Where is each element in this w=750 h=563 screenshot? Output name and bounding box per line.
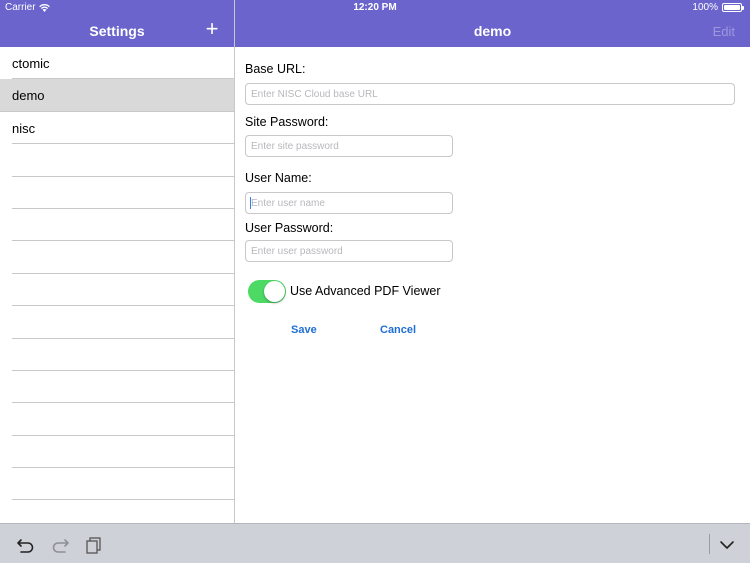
user-name-input[interactable] bbox=[245, 192, 453, 214]
user-password-input[interactable] bbox=[245, 240, 453, 262]
list-item[interactable]: nisc bbox=[12, 112, 234, 145]
list-item bbox=[12, 177, 234, 209]
save-button[interactable]: Save bbox=[291, 324, 317, 336]
redo-icon[interactable] bbox=[50, 536, 70, 554]
battery-icon bbox=[722, 3, 744, 12]
user-password-label: User Password: bbox=[245, 221, 334, 235]
sidebar-list: ctomic demo nisc bbox=[0, 47, 234, 523]
battery-indicator: 100% bbox=[692, 2, 744, 13]
list-item bbox=[12, 339, 234, 371]
list-item bbox=[12, 436, 234, 469]
edit-button[interactable]: Edit bbox=[713, 24, 735, 39]
list-item-label: ctomic bbox=[12, 56, 50, 71]
list-item[interactable]: ctomic bbox=[12, 47, 234, 80]
base-url-label: Base URL: bbox=[245, 62, 306, 76]
site-password-label: Site Password: bbox=[245, 115, 329, 129]
pdf-viewer-toggle[interactable] bbox=[248, 280, 286, 303]
add-button[interactable]: + bbox=[202, 18, 222, 40]
list-item bbox=[12, 468, 234, 501]
list-item-label: demo bbox=[12, 88, 45, 104]
battery-percent: 100% bbox=[692, 2, 718, 13]
toolbar-separator bbox=[709, 534, 710, 554]
detail-title: demo bbox=[473, 23, 512, 39]
text-cursor bbox=[250, 197, 251, 209]
status-bar: Carrier 12:20 PM 100% bbox=[0, 0, 750, 16]
cancel-button[interactable]: Cancel bbox=[380, 324, 416, 336]
list-item bbox=[12, 306, 234, 339]
list-item bbox=[12, 144, 234, 177]
toggle-knob bbox=[264, 281, 285, 302]
sidebar-title: Settings bbox=[89, 23, 145, 39]
status-time: 12:20 PM bbox=[353, 2, 397, 13]
list-item bbox=[12, 241, 234, 274]
keyboard-dismiss-icon[interactable] bbox=[717, 536, 737, 554]
undo-icon[interactable] bbox=[16, 536, 36, 554]
sidebar-nav-bar: Settings + bbox=[0, 16, 234, 47]
list-item bbox=[12, 403, 234, 436]
pdf-viewer-label: Use Advanced PDF Viewer bbox=[290, 284, 441, 298]
list-item[interactable]: demo bbox=[0, 79, 234, 112]
list-item bbox=[12, 274, 234, 307]
site-password-input[interactable] bbox=[245, 135, 453, 157]
user-name-label: User Name: bbox=[245, 171, 312, 185]
base-url-input[interactable] bbox=[245, 83, 735, 105]
split-divider bbox=[234, 0, 235, 523]
detail-nav-bar: demo Edit bbox=[235, 16, 750, 47]
list-item bbox=[12, 371, 234, 404]
paste-icon[interactable] bbox=[84, 536, 104, 554]
list-item bbox=[12, 209, 234, 242]
list-item-label: nisc bbox=[12, 120, 36, 136]
keyboard-toolbar bbox=[0, 523, 750, 563]
